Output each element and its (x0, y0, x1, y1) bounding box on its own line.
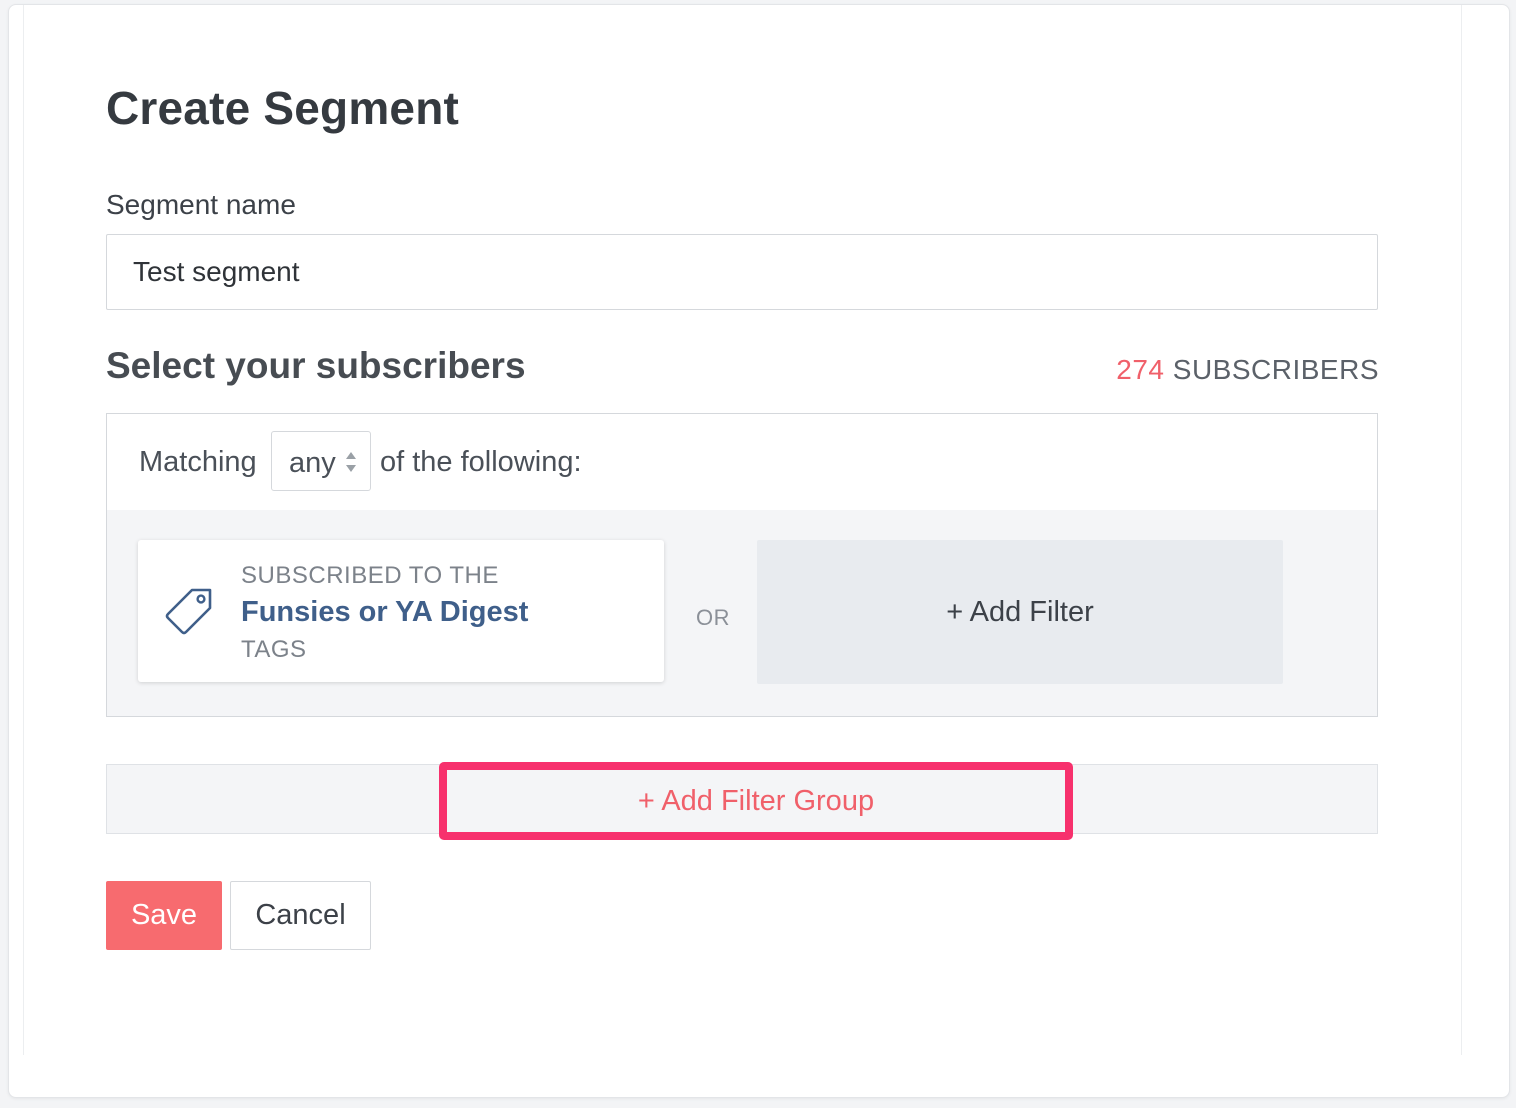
window-frame: Create Segment Segment name Select your … (8, 4, 1510, 1098)
tag-icon (165, 588, 212, 635)
filter-tag-names: Funsies or YA Digest (241, 596, 529, 628)
match-type-value: any (289, 447, 336, 479)
segment-name-input[interactable] (106, 234, 1378, 310)
modal-title: Create Segment (106, 82, 460, 134)
highlight-box (439, 762, 1073, 840)
tag-filter-card[interactable]: SUBSCRIBED TO THE Funsies or YA Digest T… (138, 540, 664, 682)
create-segment-modal: Create Segment Segment name Select your … (9, 5, 1509, 1097)
filter-type-text: TAGS (241, 636, 307, 663)
save-button[interactable]: Save (106, 881, 222, 950)
matching-prefix: Matching (139, 446, 257, 478)
select-arrows-icon (346, 452, 356, 472)
filter-group: Matching any of the following: SUBSCRIBE… (106, 413, 1378, 717)
filter-group-body: SUBSCRIBED TO THE Funsies or YA Digest T… (107, 510, 1377, 716)
or-separator: OR (696, 605, 730, 630)
select-subscribers-heading: Select your subscribers (106, 345, 526, 386)
filter-condition-text: SUBSCRIBED TO THE (241, 562, 499, 589)
match-type-select[interactable]: any (271, 431, 371, 491)
matching-row: Matching any of the following: (107, 414, 1377, 511)
subscriber-count-label: SUBSCRIBERS (1172, 354, 1379, 385)
cancel-button[interactable]: Cancel (230, 881, 371, 950)
add-filter-button[interactable]: + Add Filter (757, 540, 1283, 684)
matching-suffix: of the following: (380, 446, 582, 478)
subscriber-count: 274 SUBSCRIBERS (1116, 354, 1379, 386)
subscriber-count-number: 274 (1116, 354, 1165, 385)
segment-name-label: Segment name (106, 189, 296, 220)
